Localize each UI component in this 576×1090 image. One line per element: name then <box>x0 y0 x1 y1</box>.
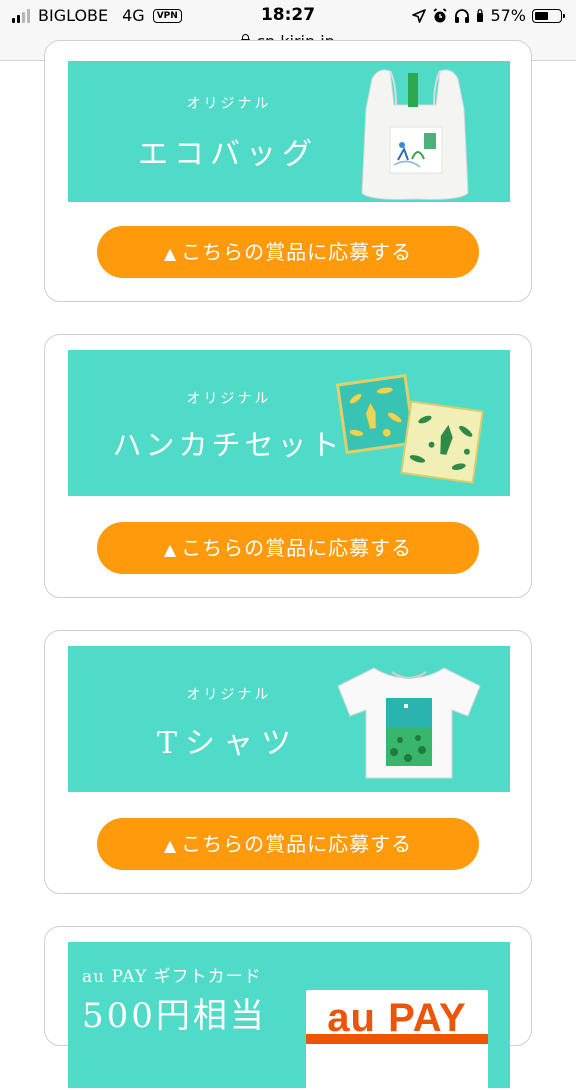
apply-button-label: こちらの賞品に応募する <box>181 536 413 560</box>
prize-subtitle: オリジナル <box>186 96 272 112</box>
prize-title: ハンカチセット <box>112 428 344 462</box>
prize-card-handkerchief: オリジナル ハンカチセット ▲ こちらの賞品に応募する <box>44 334 532 598</box>
prize-subtitle: au PAY ギフトカード <box>82 967 262 987</box>
alarm-icon <box>433 7 447 22</box>
prize-subtitle: オリジナル <box>186 687 272 703</box>
eco-bag-image <box>361 69 469 200</box>
tshirt-image <box>337 667 481 779</box>
location-icon <box>412 8 427 23</box>
prize-subtitle: オリジナル <box>186 391 272 407</box>
prize-title: Tシャツ <box>156 726 299 761</box>
prize-title: 500円相当 <box>82 996 267 1036</box>
headphones-icon <box>455 8 470 23</box>
apply-button-label: こちらの賞品に応募する <box>181 240 413 264</box>
prize-banner: au PAY ギフトカード 500円相当 au PAY <box>68 942 510 1090</box>
au-pay-stripe <box>306 1034 488 1044</box>
au-pay-logo: au PAY <box>306 990 488 1090</box>
prize-banner: オリジナル ハンカチセット <box>68 350 510 496</box>
status-right: 57% <box>412 6 565 25</box>
prize-card-tshirt: オリジナル Tシャツ ▲ こちらの賞品に応募する <box>44 630 532 894</box>
apply-button-label: こちらの賞品に応募する <box>181 832 413 856</box>
apply-button[interactable]: ▲ こちらの賞品に応募する <box>97 522 479 574</box>
triangle-up-icon: ▲ <box>163 244 178 263</box>
triangle-up-icon: ▲ <box>163 836 178 855</box>
prize-banner: オリジナル Tシャツ <box>68 646 510 792</box>
battery-percent: 57% <box>490 6 526 25</box>
triangle-up-icon: ▲ <box>163 540 178 559</box>
apply-button[interactable]: ▲ こちらの賞品に応募する <box>97 226 479 278</box>
prize-card-aupay: au PAY ギフトカード 500円相当 au PAY <box>44 926 532 1090</box>
prize-banner: オリジナル エコバッグ <box>68 61 510 202</box>
handkerchief-image <box>336 373 484 484</box>
prize-card-eco-bag: オリジナル エコバッグ ▲ こちらの賞品に応募する <box>44 40 532 302</box>
battery-icon <box>532 8 565 23</box>
battery-lock-icon <box>477 8 484 22</box>
apply-button[interactable]: ▲ こちらの賞品に応募する <box>97 818 479 870</box>
prize-title: エコバッグ <box>138 137 318 172</box>
